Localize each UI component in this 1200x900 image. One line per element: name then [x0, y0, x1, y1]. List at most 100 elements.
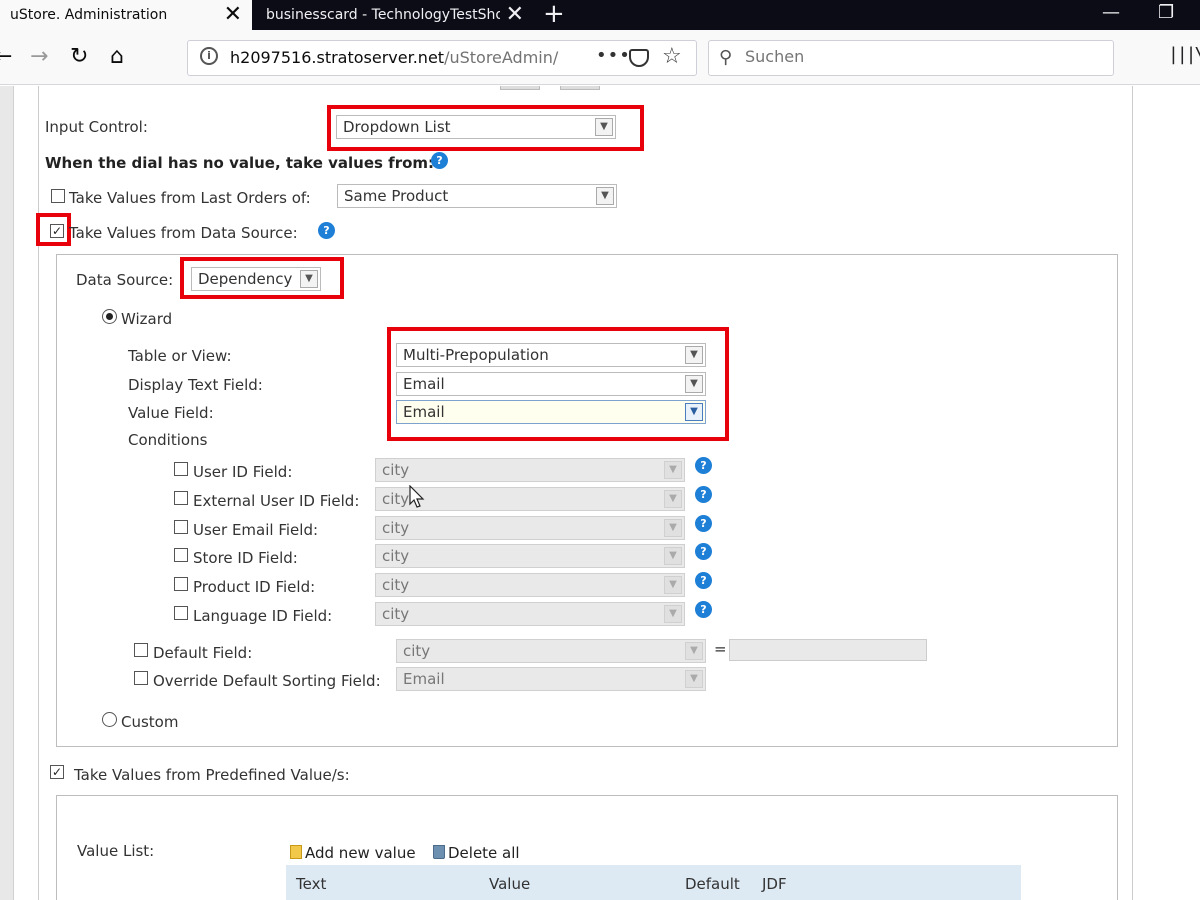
chevron-down-icon: ▼	[664, 490, 682, 508]
forward-icon[interactable]: →	[30, 44, 48, 70]
chevron-down-icon: ▼	[664, 605, 682, 623]
condition-label: Language ID Field:	[193, 607, 333, 625]
page-viewport: Input Control: Dropdown List ▼ When the …	[0, 86, 1200, 900]
column-header: JDF	[762, 875, 787, 893]
last-orders-label: Take Values from Last Orders of:	[69, 189, 311, 207]
help-icon[interactable]: ?	[695, 486, 712, 503]
add-new-value-link[interactable]: Add new value	[290, 844, 416, 862]
minimize-icon[interactable]: —	[1102, 2, 1120, 23]
page-info-icon[interactable]: i	[200, 47, 218, 65]
column-header: Value	[489, 875, 531, 893]
value-list-table-header: Text Value Default JDF	[286, 865, 1021, 900]
help-icon[interactable]: ?	[695, 457, 712, 474]
tab-businesscard[interactable]: businesscard - TechnologyTestShop ✕	[256, 0, 534, 30]
external-user-id-field-checkbox[interactable]	[174, 491, 188, 505]
table-or-view-label: Table or View:	[128, 347, 232, 365]
highlight-box	[387, 327, 729, 441]
pocket-icon[interactable]	[629, 49, 649, 67]
delete-all-link[interactable]: Delete all	[433, 844, 520, 862]
equals-sign: =	[714, 640, 727, 658]
new-tab-icon[interactable]: +	[543, 1, 565, 27]
display-text-field-label: Display Text Field:	[128, 376, 263, 394]
condition-label: User ID Field:	[193, 463, 293, 481]
store-id-field-select[interactable]: city ▼	[375, 544, 685, 568]
user-email-field-select[interactable]: city ▼	[375, 516, 685, 540]
tab-bar: uStore. Administration ✕ businesscard - …	[0, 0, 1200, 30]
add-note-icon	[290, 845, 302, 859]
last-orders-select[interactable]: Same Product ▼	[337, 184, 617, 208]
search-input[interactable]	[745, 47, 1085, 66]
url-bar[interactable]: i h2097516.stratoserver.net/uStoreAdmin/…	[187, 40, 697, 76]
product-id-field-checkbox[interactable]	[174, 577, 188, 591]
bookmark-star-icon[interactable]: ☆	[662, 44, 682, 69]
reload-icon[interactable]: ↻	[70, 44, 88, 70]
store-id-field-checkbox[interactable]	[174, 548, 188, 562]
close-tab-icon[interactable]: ✕	[224, 4, 242, 26]
help-icon[interactable]: ?	[318, 222, 335, 239]
chevron-down-icon: ▼	[664, 576, 682, 594]
value-field-label: Value Field:	[128, 404, 214, 422]
override-sorting-label: Override Default Sorting Field:	[153, 672, 381, 690]
trash-icon	[433, 845, 445, 859]
conditions-label: Conditions	[128, 431, 208, 449]
help-icon[interactable]: ?	[695, 601, 712, 618]
tab-title: businesscard - TechnologyTestShop	[266, 7, 500, 23]
highlight-box	[327, 105, 644, 151]
default-field-label: Default Field:	[153, 644, 253, 662]
help-icon[interactable]: ?	[695, 572, 712, 589]
restore-icon[interactable]: ❐	[1158, 2, 1174, 23]
tab-title: uStore. Administration	[10, 7, 168, 23]
override-sorting-checkbox[interactable]	[134, 671, 148, 685]
predefined-values-label: Take Values from Predefined Value/s:	[74, 766, 350, 784]
predefined-values-checkbox[interactable]: ✓	[50, 765, 64, 779]
wizard-radio[interactable]	[102, 309, 117, 324]
user-id-field-select[interactable]: city ▼	[375, 458, 685, 482]
override-sorting-select[interactable]: Email ▼	[396, 667, 706, 691]
chevron-down-icon: ▼	[664, 461, 682, 479]
left-scroll-strip	[0, 86, 14, 900]
content-border	[1132, 86, 1133, 900]
close-tab-icon[interactable]: ✕	[506, 4, 524, 26]
language-id-field-select[interactable]: city ▼	[375, 602, 685, 626]
last-orders-checkbox[interactable]	[51, 189, 65, 203]
condition-label: External User ID Field:	[193, 492, 360, 510]
custom-radio[interactable]	[102, 712, 117, 727]
search-icon: ⚲	[719, 47, 733, 68]
mouse-cursor-icon	[409, 485, 425, 508]
condition-label: Store ID Field:	[193, 549, 298, 567]
default-field-select[interactable]: city ▼	[396, 639, 706, 663]
no-value-heading: When the dial has no value, take values …	[45, 154, 435, 172]
help-icon[interactable]: ?	[431, 152, 448, 169]
value-list-label: Value List:	[77, 842, 155, 860]
wizard-label: Wizard	[121, 310, 173, 328]
input-control-label: Input Control:	[45, 118, 148, 136]
library-icon[interactable]: |||\	[1168, 44, 1200, 65]
chevron-down-icon: ▼	[664, 547, 682, 565]
data-source-label: Data Source:	[76, 271, 174, 289]
default-field-value-input[interactable]	[729, 639, 927, 661]
home-icon[interactable]: ⌂	[110, 44, 124, 70]
column-header: Default	[685, 875, 740, 893]
user-email-field-checkbox[interactable]	[174, 520, 188, 534]
condition-label: User Email Field:	[193, 521, 319, 539]
search-bar[interactable]: ⚲	[708, 40, 1114, 76]
highlight-box	[36, 213, 71, 246]
help-icon[interactable]: ?	[695, 515, 712, 532]
chevron-down-icon: ▼	[685, 670, 703, 688]
chevron-down-icon: ▼	[596, 187, 614, 205]
chevron-down-icon: ▼	[664, 519, 682, 537]
chevron-down-icon: ▼	[685, 642, 703, 660]
url-text: h2097516.stratoserver.net/uStoreAdmin/	[230, 48, 559, 67]
language-id-field-checkbox[interactable]	[174, 606, 188, 620]
help-icon[interactable]: ?	[695, 543, 712, 560]
data-source-checkbox-label: Take Values from Data Source:	[69, 224, 298, 242]
tab-ustore-administration[interactable]: uStore. Administration ✕	[0, 0, 252, 30]
condition-label: Product ID Field:	[193, 578, 316, 596]
user-id-field-checkbox[interactable]	[174, 462, 188, 476]
product-id-field-select[interactable]: city ▼	[375, 573, 685, 597]
column-header: Text	[296, 875, 327, 893]
page-actions-icon[interactable]: •••	[596, 45, 631, 66]
back-icon[interactable]: ←	[0, 44, 12, 70]
default-field-checkbox[interactable]	[134, 643, 148, 657]
highlight-box	[180, 257, 344, 299]
